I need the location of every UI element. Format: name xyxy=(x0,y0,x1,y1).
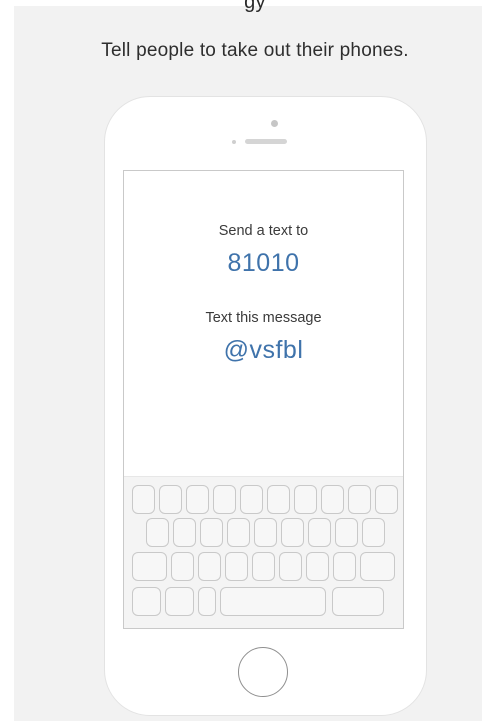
keyboard-key xyxy=(173,518,196,547)
keyboard-key xyxy=(348,485,371,514)
instruction-panel: gy Tell people to take out their phones.… xyxy=(14,0,482,721)
keyboard-return-key xyxy=(332,587,384,616)
phone-home-button xyxy=(238,647,288,697)
keyboard-key xyxy=(186,485,209,514)
keyboard-key xyxy=(362,518,385,547)
keyboard-key xyxy=(132,485,155,514)
keyboard-key xyxy=(198,552,221,581)
poll-keyword: @vsfbl xyxy=(223,336,304,364)
keyboard-key xyxy=(227,518,250,547)
keyboard-key xyxy=(171,552,194,581)
keyboard-key xyxy=(159,485,182,514)
keyboard-key xyxy=(267,485,290,514)
text-message-label: Text this message xyxy=(205,310,322,326)
keyboard-numbers-key xyxy=(132,587,161,616)
keyboard-key xyxy=(308,518,331,547)
keyboard-key xyxy=(335,518,358,547)
keyboard-key xyxy=(321,485,344,514)
keyboard-shift-key xyxy=(132,552,167,581)
short-code-number: 81010 xyxy=(227,249,300,277)
keyboard-key xyxy=(213,485,236,514)
keyboard-key xyxy=(200,518,223,547)
keyboard-key xyxy=(146,518,169,547)
phone-illustration: Send a text to 81010 Text this message @… xyxy=(104,96,427,716)
keyboard-mic-key xyxy=(198,587,216,616)
send-text-label: Send a text to xyxy=(218,223,309,239)
keyboard-key xyxy=(252,552,275,581)
phone-sensor-icon xyxy=(232,140,236,144)
keyboard-delete-key xyxy=(360,552,395,581)
keyboard-key xyxy=(333,552,356,581)
keyboard-key xyxy=(306,552,329,581)
keyboard-key xyxy=(281,518,304,547)
keyboard-key xyxy=(375,485,398,514)
keyboard-globe-key xyxy=(165,587,194,616)
keyboard-row-4 xyxy=(132,587,384,616)
instruction-heading: Tell people to take out their phones. xyxy=(101,40,409,61)
keyboard-key xyxy=(225,552,248,581)
on-screen-keyboard xyxy=(124,476,403,628)
keyboard-key xyxy=(254,518,277,547)
keyboard-row-2 xyxy=(146,518,385,547)
cut-off-heading-fragment: gy xyxy=(244,0,266,13)
keyboard-space-key xyxy=(220,587,326,616)
keyboard-key xyxy=(279,552,302,581)
keyboard-row-3 xyxy=(132,552,395,581)
phone-camera-icon xyxy=(271,120,278,127)
phone-speaker-icon xyxy=(245,139,287,144)
phone-screen: Send a text to 81010 Text this message @… xyxy=(123,170,404,629)
keyboard-key xyxy=(240,485,263,514)
keyboard-row-1 xyxy=(132,485,398,514)
keyboard-key xyxy=(294,485,317,514)
